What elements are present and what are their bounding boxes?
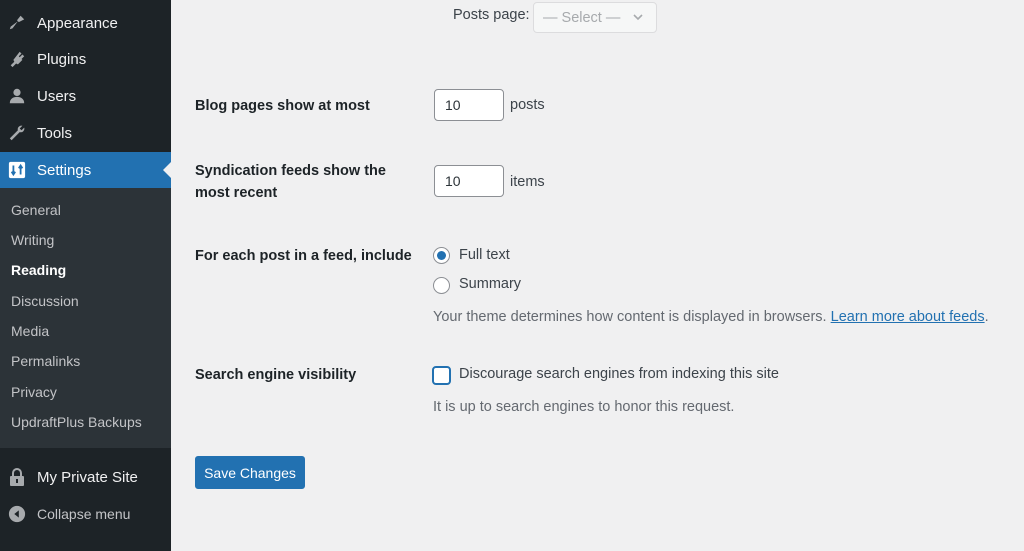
submenu-writing[interactable]: Writing [11, 232, 54, 248]
submenu-discussion[interactable]: Discussion [11, 293, 79, 309]
plugin-icon [7, 49, 27, 69]
collapse-icon [7, 504, 27, 524]
menu-item-my-private-site[interactable]: My Private Site [0, 460, 171, 494]
menu-item-appearance[interactable]: Appearance [0, 5, 171, 41]
collapse-menu-button[interactable]: Collapse menu [0, 497, 171, 531]
syndication-label-line1: Syndication feeds show the [195, 163, 386, 179]
admin-sidebar: Appearance Plugins Users Tools Settings … [0, 0, 171, 551]
lock-icon [7, 467, 27, 487]
blog-pages-input[interactable] [434, 89, 504, 121]
wrench-icon [7, 123, 27, 143]
settings-submenu: General Writing Reading Discussion Media… [0, 188, 171, 448]
save-changes-button[interactable]: Save Changes [195, 456, 305, 489]
posts-page-label: Posts page: [453, 7, 530, 23]
syndication-label-line2: most recent [195, 185, 278, 201]
period: . [984, 309, 989, 325]
blog-pages-label: Blog pages show at most [195, 98, 370, 114]
settings-icon [7, 160, 27, 180]
syndication-input[interactable] [434, 165, 504, 197]
menu-label: Collapse menu [37, 506, 131, 522]
summary-radio[interactable] [433, 277, 450, 294]
menu-label: Settings [37, 161, 92, 179]
search-visibility-label: Search engine visibility [195, 367, 357, 383]
user-icon [7, 86, 27, 106]
full-text-label[interactable]: Full text [459, 247, 510, 263]
menu-label: Tools [37, 124, 73, 142]
menu-label: Plugins [37, 50, 87, 68]
submenu-reading[interactable]: Reading [11, 262, 66, 278]
paintbrush-icon [7, 13, 27, 33]
feed-description: Your theme determines how content is dis… [433, 309, 989, 325]
submenu-permalinks[interactable]: Permalinks [11, 353, 80, 369]
submenu-media[interactable]: Media [11, 323, 49, 339]
summary-label[interactable]: Summary [459, 276, 521, 292]
submenu-general[interactable]: General [11, 202, 61, 218]
blog-pages-suffix: posts [510, 97, 545, 113]
menu-item-users[interactable]: Users [0, 78, 171, 114]
search-visibility-description: It is up to search engines to honor this… [433, 399, 735, 415]
discourage-search-checkbox[interactable] [432, 366, 451, 385]
menu-item-settings[interactable]: Settings [0, 152, 171, 188]
syndication-suffix: items [510, 174, 545, 190]
feed-include-label: For each post in a feed, include [195, 248, 412, 264]
submenu-updraftplus-backups[interactable]: UpdraftPlus Backups [11, 414, 142, 430]
discourage-search-label[interactable]: Discourage search engines from indexing … [459, 366, 779, 382]
submenu-privacy[interactable]: Privacy [11, 384, 57, 400]
menu-label: My Private Site [37, 468, 138, 486]
menu-item-plugins[interactable]: Plugins [0, 41, 171, 77]
learn-more-feeds-link[interactable]: Learn more about feeds [831, 309, 985, 325]
full-text-radio[interactable] [433, 247, 450, 264]
menu-label: Users [37, 87, 77, 105]
chevron-down-icon [632, 11, 644, 27]
menu-item-tools[interactable]: Tools [0, 115, 171, 151]
select-value: — Select — [543, 9, 621, 26]
posts-page-select[interactable]: — Select — [533, 2, 657, 33]
menu-label: Appearance [37, 14, 118, 32]
feed-description-text: Your theme determines how content is dis… [433, 309, 827, 325]
